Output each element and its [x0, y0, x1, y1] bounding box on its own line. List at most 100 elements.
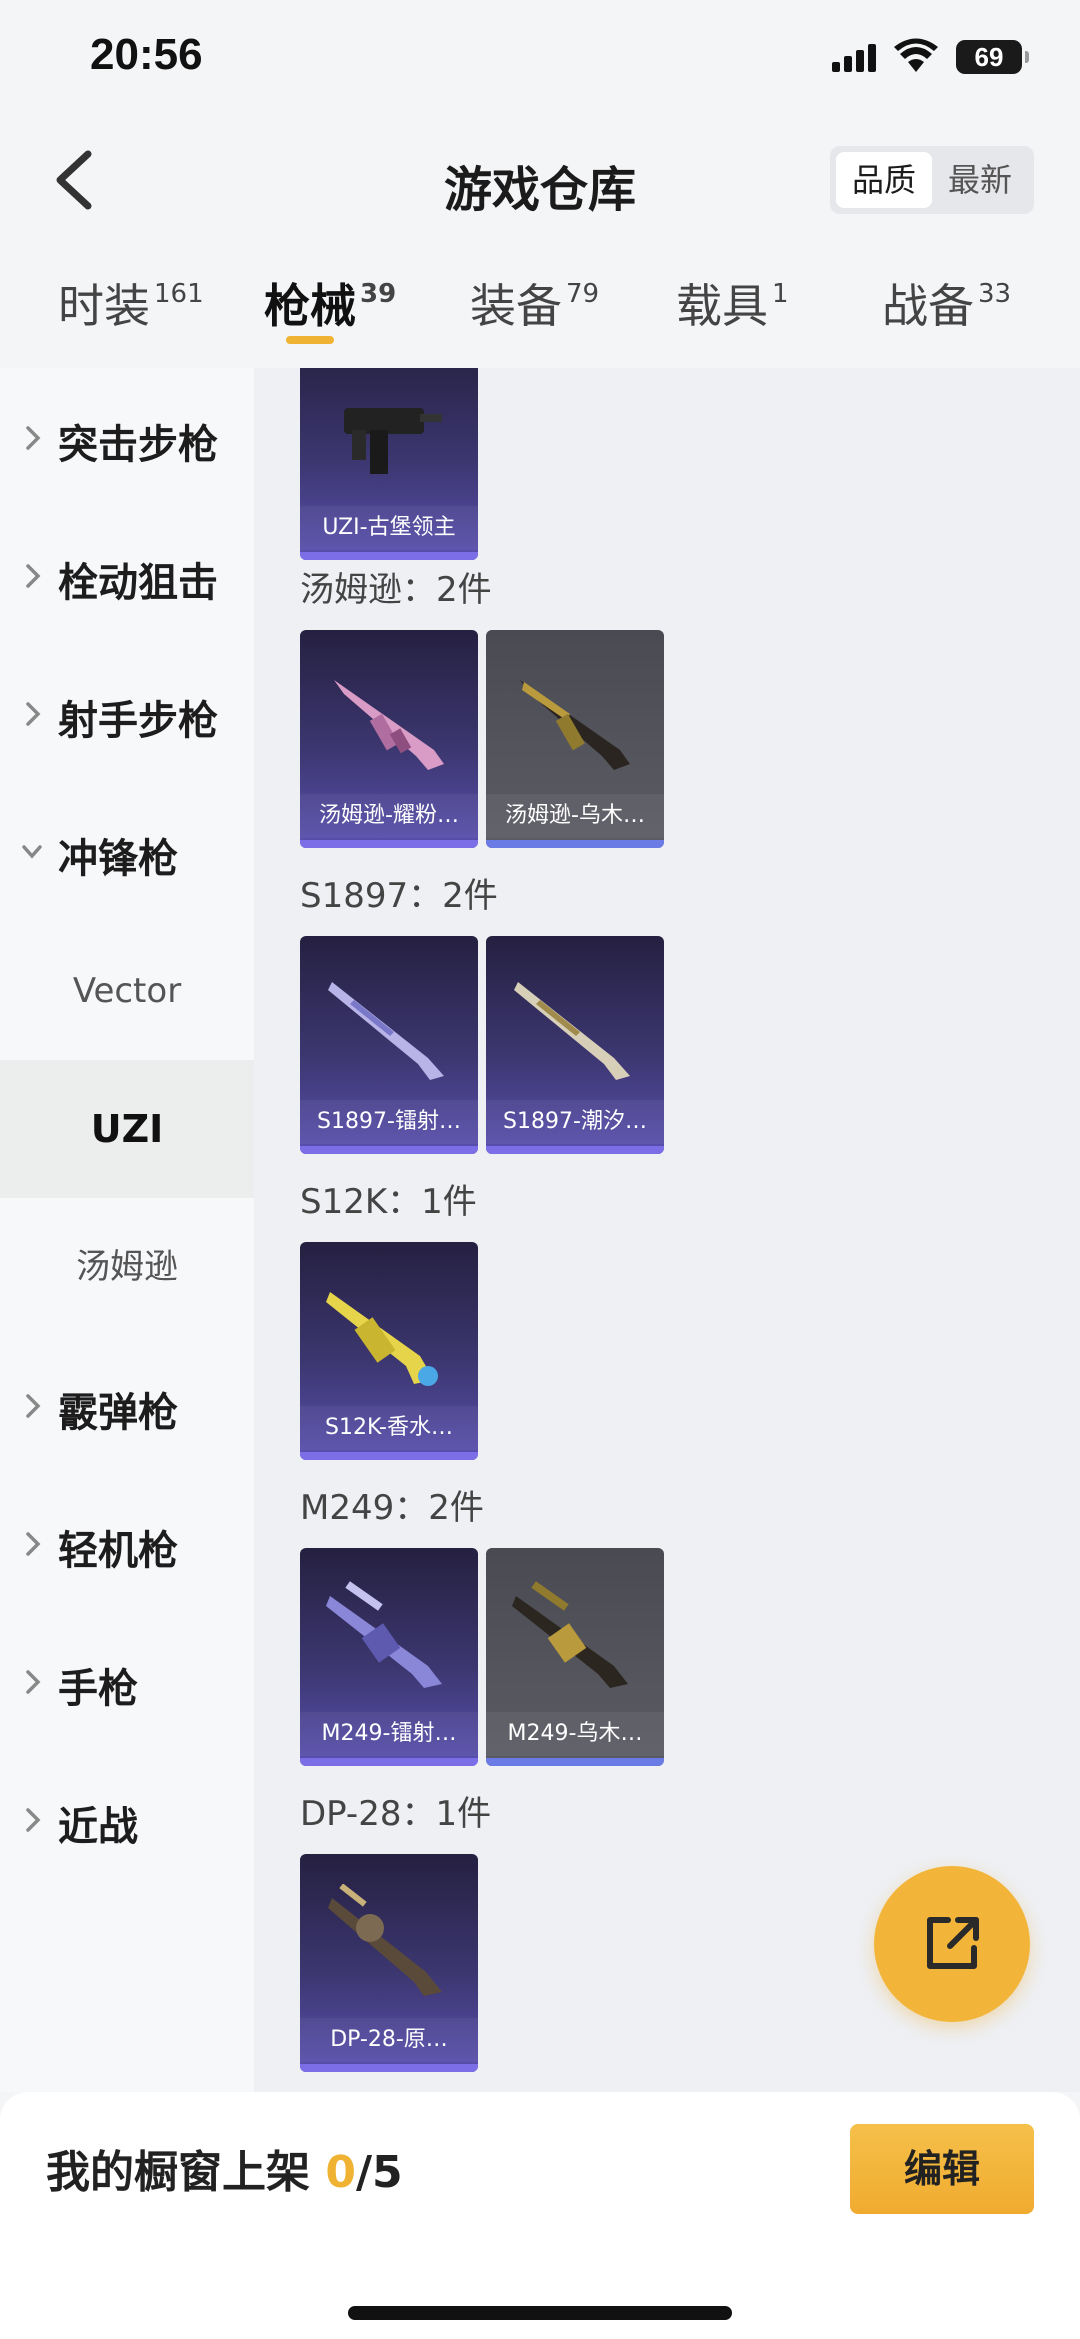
thompson-weapon-icon [334, 680, 444, 770]
tab-fashion[interactable]: 时装 161 [58, 270, 204, 336]
group-title: S12K：1件 [300, 1182, 477, 1222]
weapon-card[interactable]: UZI-古堡领主 [300, 368, 478, 560]
sort-newest-option[interactable]: 最新 [932, 152, 1028, 208]
sidebar-item-label: 轻机枪 [58, 1528, 178, 1574]
battery-icon: 69 [956, 40, 1029, 74]
chevron-right-icon [26, 1808, 41, 1832]
weapon-card-name: S12K-香水… [300, 1406, 478, 1450]
thompson-weapon-icon [520, 680, 630, 770]
shotgun-weapon-icon [514, 982, 630, 1080]
chevron-right-icon [26, 702, 41, 726]
group-title: S1897：2件 [300, 876, 498, 916]
sidebar-item-assault-rifle[interactable]: 突击步枪 [0, 392, 254, 484]
showcase-bar: 我的橱窗上架 0/5 编辑 [0, 2092, 1080, 2339]
tab-count: 1 [772, 279, 789, 309]
sidebar-item-label: 近战 [58, 1804, 138, 1850]
rarity-bar [300, 2064, 478, 2072]
status-bar: 20:56 69 [0, 0, 1080, 120]
share-button[interactable] [874, 1866, 1030, 2022]
edit-button[interactable]: 编辑 [850, 2124, 1034, 2214]
weapon-card[interactable]: M249-乌木… [486, 1548, 664, 1766]
weapon-card[interactable]: S1897-潮汐… [486, 936, 664, 1154]
wifi-icon [894, 38, 938, 74]
weapon-card-name: M249-乌木… [486, 1712, 664, 1756]
sidebar-item-bolt-sniper[interactable]: 栓动狙击 [0, 530, 254, 622]
tab-equipment[interactable]: 装备 79 [470, 270, 599, 336]
weapon-card-name: DP-28-原… [300, 2018, 478, 2062]
m249-weapon-icon [512, 1581, 628, 1688]
group-title: M249：2件 [300, 1488, 484, 1528]
dp28-weapon-icon [328, 1884, 442, 1996]
sidebar-item-pistol[interactable]: 手枪 [0, 1636, 254, 1728]
weapon-card[interactable]: S12K-香水… [300, 1242, 478, 1460]
sidebar-item-smg[interactable]: 冲锋枪 [0, 806, 254, 898]
showcase-label: 我的橱窗上架 0/5 [46, 2136, 403, 2200]
showcase-label-text: 我的橱窗上架 [46, 2147, 310, 2198]
chevron-right-icon [26, 1532, 41, 1556]
chevron-right-icon [26, 426, 41, 450]
rarity-bar [300, 552, 478, 560]
sort-toggle: 品质 最新 [830, 146, 1034, 214]
tab-label: 载具 [676, 279, 768, 333]
sidebar-item-marksman-rifle[interactable]: 射手步枪 [0, 668, 254, 760]
tab-count: 79 [566, 279, 600, 309]
sidebar-subitem-uzi[interactable]: UZI [0, 1060, 254, 1198]
weapon-card[interactable]: 汤姆逊-耀粉… [300, 630, 478, 848]
tab-count: 161 [154, 279, 204, 309]
chevron-right-icon [26, 564, 41, 588]
home-indicator[interactable] [348, 2306, 732, 2320]
group-title: 汤姆逊：2件 [300, 570, 492, 610]
rarity-bar [486, 1758, 664, 1766]
shotgun-weapon-icon [328, 982, 444, 1080]
status-time: 20:56 [90, 30, 203, 79]
external-link-icon [927, 1917, 979, 1969]
weapon-list: UZI-古堡领主 汤姆逊：2件 汤姆逊-耀粉… 汤姆逊-乌木… S1897：2件… [254, 368, 1080, 2092]
chevron-right-icon [26, 1670, 41, 1694]
tab-active-indicator [286, 336, 334, 344]
header: 游戏仓库 品质 最新 [0, 120, 1080, 240]
showcase-total: /5 [355, 2147, 403, 2198]
sidebar-item-label: 突击步枪 [58, 422, 218, 468]
sidebar-item-label: 射手步枪 [58, 698, 218, 744]
rarity-bar [300, 1452, 478, 1460]
sidebar-item-label: 冲锋枪 [58, 836, 178, 882]
tab-supplies[interactable]: 战备 33 [882, 270, 1011, 336]
tab-label: 时装 [58, 279, 150, 333]
cellular-signal-icon [832, 44, 878, 72]
sidebar-item-lmg[interactable]: 轻机枪 [0, 1498, 254, 1590]
group-title: DP-28：1件 [300, 1794, 492, 1834]
tab-label: 枪械 [264, 279, 356, 333]
rarity-bar [300, 840, 478, 848]
tab-label: 战备 [882, 279, 974, 333]
tab-label: 装备 [470, 279, 562, 333]
sidebar-subitem-thompson[interactable]: 汤姆逊 [0, 1198, 254, 1336]
tab-vehicles[interactable]: 载具 1 [676, 270, 789, 336]
s12k-weapon-icon [326, 1292, 438, 1386]
sidebar-item-label: 栓动狙击 [58, 560, 218, 606]
weapon-card-name: UZI-古堡领主 [300, 506, 478, 550]
sidebar-subitem-vector[interactable]: Vector [0, 922, 254, 1060]
showcase-count: 0 [325, 2147, 356, 2198]
rarity-bar [300, 1146, 478, 1154]
uzi-weapon-icon [344, 408, 442, 474]
weapon-card[interactable]: M249-镭射… [300, 1548, 478, 1766]
sidebar-item-shotgun[interactable]: 霰弹枪 [0, 1360, 254, 1452]
rarity-bar [486, 840, 664, 848]
sidebar-item-melee[interactable]: 近战 [0, 1774, 254, 1866]
category-tabs: 时装 161 枪械 39 装备 79 载具 1 战备 33 [0, 240, 1080, 368]
tab-firearms[interactable]: 枪械 39 [264, 270, 396, 344]
rarity-bar [300, 1758, 478, 1766]
weapon-card[interactable]: S1897-镭射… [300, 936, 478, 1154]
weapon-card[interactable]: DP-28-原… [300, 1854, 478, 2072]
weapon-card-name: M249-镭射… [300, 1712, 478, 1756]
chevron-right-icon [26, 1394, 41, 1418]
sort-quality-option[interactable]: 品质 [836, 152, 932, 208]
weapon-card[interactable]: 汤姆逊-乌木… [486, 630, 664, 848]
sidebar-item-label: 手枪 [58, 1666, 138, 1712]
weapon-card-name: S1897-镭射… [300, 1100, 478, 1144]
weapon-category-sidebar: 突击步枪 栓动狙击 射手步枪 冲锋枪 Vector UZI 汤姆逊 霰弹枪 轻机… [0, 368, 254, 2092]
sidebar-item-label: 霰弹枪 [58, 1390, 178, 1436]
rarity-bar [486, 1146, 664, 1154]
weapon-card-name: 汤姆逊-耀粉… [300, 794, 478, 838]
weapon-card-name: S1897-潮汐… [486, 1100, 664, 1144]
